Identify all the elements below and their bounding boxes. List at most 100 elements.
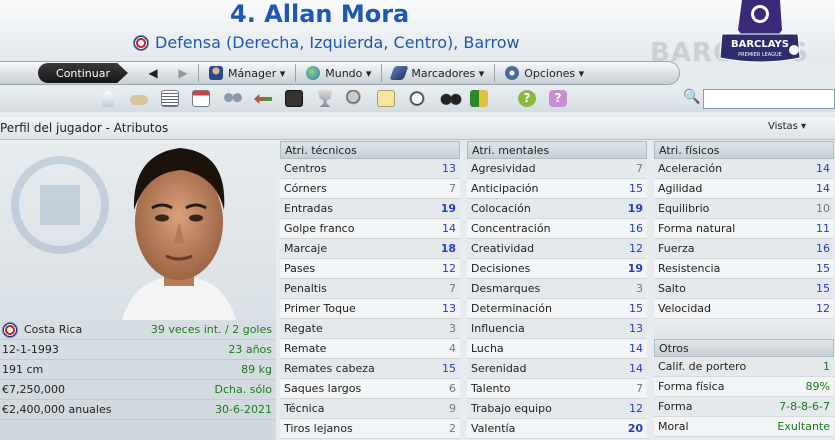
attribute-name: Pases <box>284 262 316 275</box>
staff-icon[interactable] <box>222 90 244 107</box>
attribute-name: Concentración <box>471 222 551 235</box>
nationality[interactable]: Costa Rica <box>24 323 82 336</box>
costa-rica-flag-icon <box>133 34 149 51</box>
attribute-row: Lucha 14 <box>467 339 647 359</box>
attribute-value: 19 <box>627 262 643 275</box>
views-dropdown[interactable]: Vistas ▾ <box>768 121 806 132</box>
wage[interactable]: €2,400,000 anuales <box>2 403 111 416</box>
section-title: Perfil del jugador - Atributos <box>0 121 169 135</box>
manager-menu-label: Mánager ▾ <box>228 66 286 80</box>
attribute-name: Trabajo equipo <box>471 402 552 415</box>
notes-icon[interactable] <box>377 90 395 107</box>
attribute-row: Resistencia 15 <box>654 259 834 279</box>
international-caps: 39 veces int. / 2 goles <box>150 323 272 336</box>
manager-menu[interactable]: Mánager ▾ <box>199 66 295 80</box>
attribute-row: Moral Exultante <box>654 417 834 437</box>
finances-icon[interactable] <box>470 90 488 107</box>
player-position-club[interactable]: Defensa (Derecha, Izquierda, Centro), Ba… <box>155 33 520 52</box>
attribute-row: Marcaje 18 <box>280 239 460 259</box>
attribute-value: 89% <box>805 380 830 393</box>
attribute-value: 13 <box>629 322 643 335</box>
inbox-icon[interactable] <box>130 95 148 105</box>
calendar-icon[interactable] <box>192 90 210 107</box>
attribute-name: Entradas <box>284 202 333 215</box>
attribute-name: Resistencia <box>658 262 721 275</box>
title-bar: BARCLAYS <box>0 0 835 68</box>
attribute-row: Aceleración 14 <box>654 159 834 179</box>
attribute-name: Técnica <box>284 402 325 415</box>
trophy-icon[interactable] <box>317 90 333 107</box>
birth-row: 12-1-1993 23 años <box>0 340 276 360</box>
attribute-name: Agilidad <box>658 182 703 195</box>
attribute-name: Serenidad <box>471 362 527 375</box>
attribute-row: Salto 15 <box>654 279 834 299</box>
others-rows: Calif. de portero 1 Forma física 89% Forma 7-… <box>654 357 834 437</box>
attribute-value: 6 <box>449 382 456 395</box>
birth-date: 12-1-1993 <box>2 343 59 356</box>
attribute-row: Saques largos 6 <box>280 379 460 399</box>
technical-rows: Centros 13 Córners 7 Entradas 19 Golpe franco 1… <box>280 159 460 439</box>
back-arrow-icon[interactable]: ◀ <box>138 66 168 80</box>
attribute-row: Técnica 9 <box>280 399 460 419</box>
binoculars-icon[interactable] <box>440 90 462 107</box>
club-crest-watermark <box>11 156 109 254</box>
attribute-row: Valentía 20 <box>467 419 647 439</box>
bookmarks-menu-label: Marcadores ▾ <box>411 66 485 80</box>
help-icon[interactable]: ? <box>518 90 536 107</box>
contract-end: 30-6-2021 <box>215 403 272 416</box>
attribute-name: Remate <box>284 342 327 355</box>
player-photo <box>122 148 236 320</box>
attribute-name: Salto <box>658 282 686 295</box>
attribute-name: Influencia <box>471 322 525 335</box>
attribute-value: 20 <box>627 422 643 435</box>
attribute-name: Forma <box>658 400 693 413</box>
attribute-name: Regate <box>284 322 323 335</box>
mental-rows: Agresividad 7 Anticipación 15 Colocación 19 Co… <box>467 159 647 439</box>
attribute-row: Agilidad 14 <box>654 179 834 199</box>
attribute-row: Regate 3 <box>280 319 460 339</box>
bookmarks-menu[interactable]: Marcadores ▾ <box>382 66 494 80</box>
continue-button[interactable]: Continuar <box>38 63 128 83</box>
attribute-name: Anticipación <box>471 182 539 195</box>
scouting-icon[interactable] <box>346 90 364 107</box>
gear-icon <box>505 66 520 80</box>
attribute-name: Determinación <box>471 302 552 315</box>
attribute-name: Córners <box>284 182 327 195</box>
attribute-value: 15 <box>629 182 643 195</box>
attribute-row: Fuerza 16 <box>654 239 834 259</box>
technical-header: Atri. técnicos <box>280 141 460 159</box>
attribute-row: Remates cabeza 15 <box>280 359 460 379</box>
attribute-value: 19 <box>627 202 643 215</box>
attribute-row: Entradas 19 <box>280 199 460 219</box>
logo-subtext: PREMIER LEAGUE <box>738 52 782 58</box>
attribute-name: Saques largos <box>284 382 362 395</box>
search-input[interactable] <box>703 89 835 109</box>
attribute-value: 14 <box>816 162 830 175</box>
attribute-row: Desmarques 3 <box>467 279 647 299</box>
attribute-value: 14 <box>816 182 830 195</box>
attribute-value: 16 <box>629 222 643 235</box>
squad-icon[interactable] <box>161 90 179 107</box>
attribute-value: 12 <box>629 242 643 255</box>
info-icon[interactable]: ? <box>549 90 567 107</box>
world-menu[interactable]: Mundo ▾ <box>296 66 381 80</box>
attribute-value: 7 <box>636 382 643 395</box>
logo-text: BARCLAYS <box>731 39 789 50</box>
forward-arrow-icon[interactable]: ▶ <box>168 66 198 80</box>
home-icon[interactable] <box>99 90 117 107</box>
search-icon[interactable]: 🔍 <box>683 89 701 107</box>
attribute-row: Centros 13 <box>280 159 460 179</box>
attribute-value: 14 <box>629 362 643 375</box>
attribute-row: Penaltis 7 <box>280 279 460 299</box>
attribute-name: Desmarques <box>471 282 541 295</box>
attribute-name: Remates cabeza <box>284 362 375 375</box>
options-menu[interactable]: Opciones ▾ <box>495 66 594 80</box>
match-icon[interactable] <box>408 90 426 107</box>
attribute-value: 7 <box>449 182 456 195</box>
transfers-icon[interactable] <box>254 94 272 104</box>
attribute-name: Lucha <box>471 342 504 355</box>
technical-attributes-table: Atri. técnicos Centros 13 Córners 7 Entradas… <box>280 141 460 439</box>
attribute-value: 4 <box>449 342 456 355</box>
tactics-icon[interactable] <box>285 90 303 107</box>
attribute-row: Trabajo equipo 12 <box>467 399 647 419</box>
